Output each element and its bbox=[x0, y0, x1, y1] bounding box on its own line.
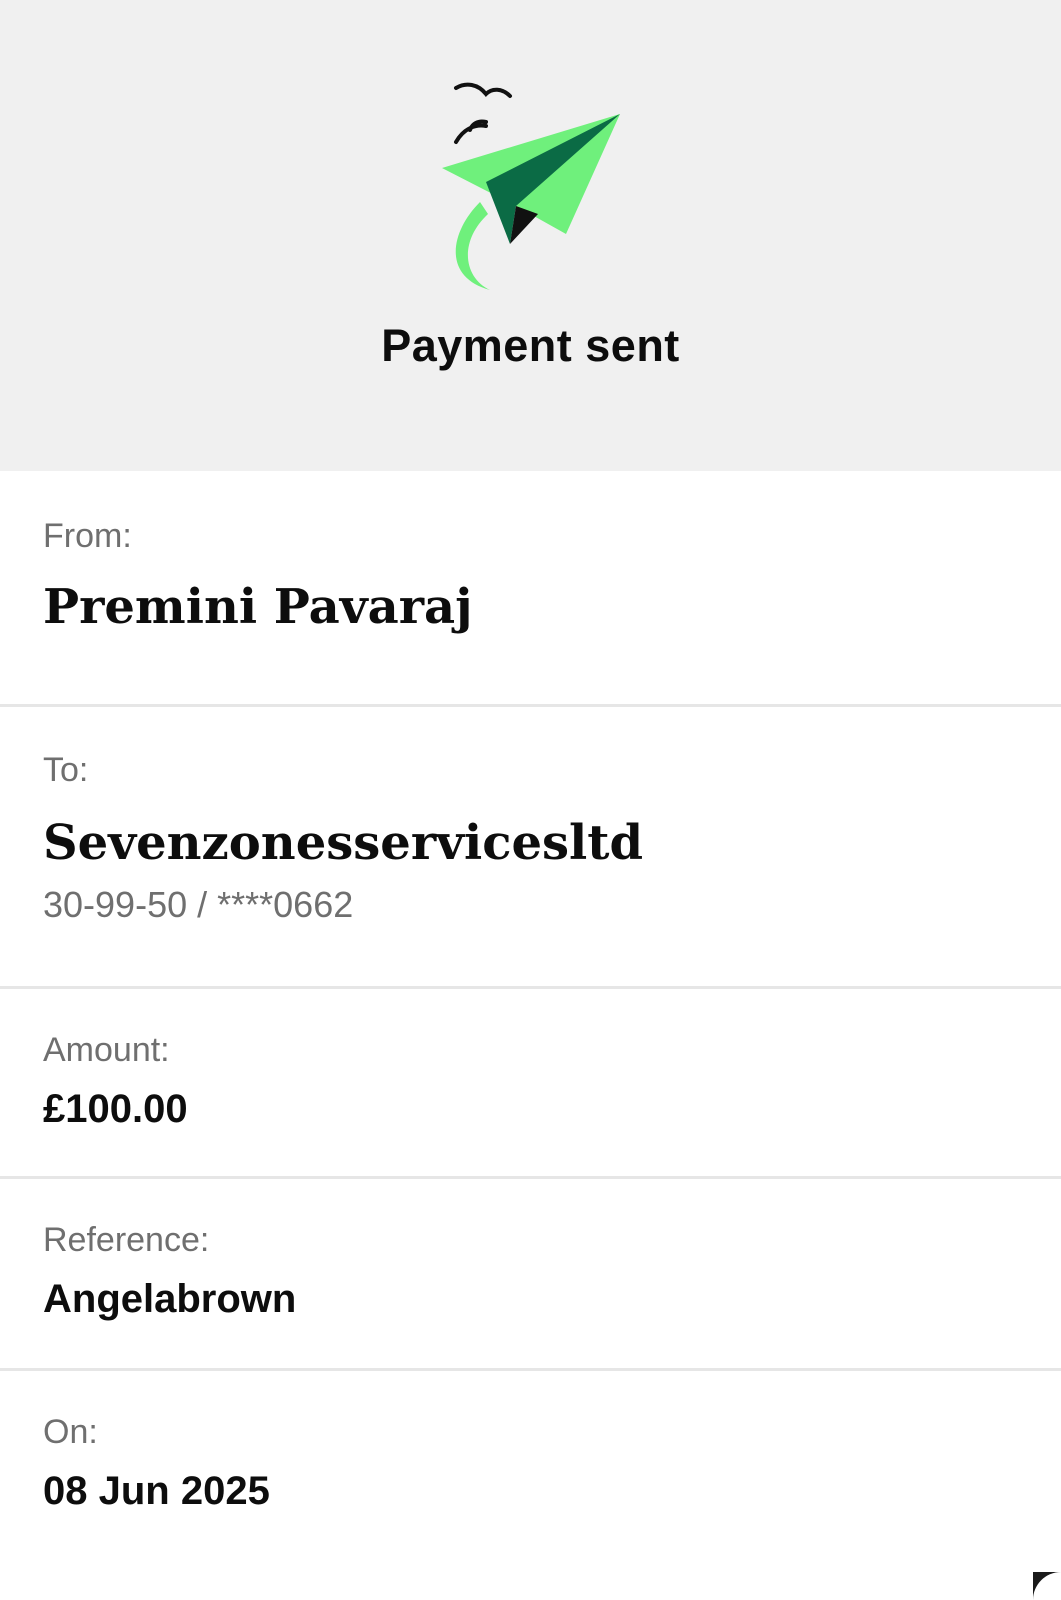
to-label: To: bbox=[43, 751, 89, 789]
reference-section: Reference: Angelabrown bbox=[0, 1179, 1061, 1371]
amount-section: Amount: £100.00 bbox=[0, 989, 1061, 1179]
reference-label: Reference: bbox=[43, 1221, 210, 1259]
to-account: 30-99-50 / ****0662 bbox=[43, 884, 354, 925]
from-section: From: Premini Pavaraj bbox=[0, 471, 1061, 707]
to-section: To: Sevenzonesservicesltd 30-99-50 / ***… bbox=[0, 707, 1061, 989]
from-value: Premini Pavaraj bbox=[43, 579, 473, 635]
paper-plane-icon bbox=[442, 82, 620, 290]
date-section: On: 08 Jun 2025 bbox=[0, 1371, 1061, 1600]
rounded-corner bbox=[1033, 1572, 1061, 1600]
page-title: Payment sent bbox=[381, 320, 680, 371]
date-label: On: bbox=[43, 1413, 98, 1451]
to-value: Sevenzonesservicesltd bbox=[43, 815, 643, 871]
reference-value: Angelabrown bbox=[43, 1277, 297, 1321]
amount-value: £100.00 bbox=[43, 1087, 188, 1131]
payment-header: Payment sent bbox=[0, 0, 1061, 471]
from-label: From: bbox=[43, 517, 132, 555]
date-value: 08 Jun 2025 bbox=[43, 1469, 270, 1513]
amount-label: Amount: bbox=[43, 1031, 170, 1069]
